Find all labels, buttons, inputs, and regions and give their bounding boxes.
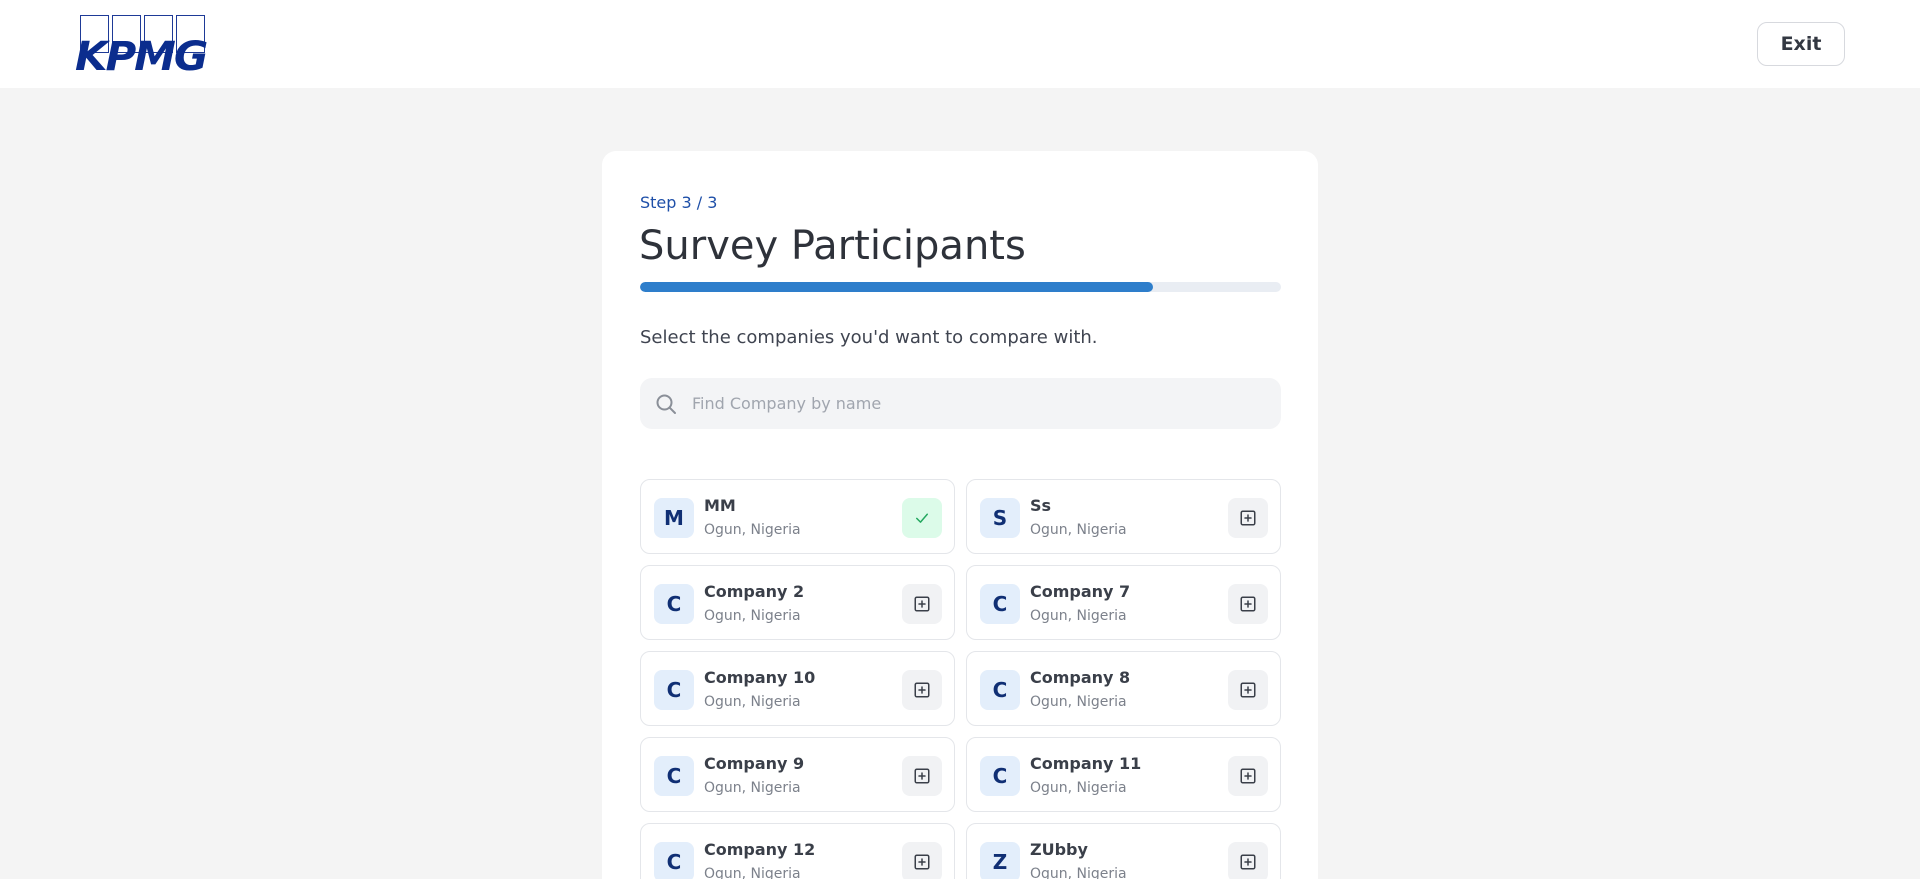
search-icon bbox=[656, 394, 676, 414]
select-company-button[interactable] bbox=[902, 842, 942, 879]
plus-square-icon bbox=[1240, 854, 1256, 870]
company-name: Company 9 bbox=[704, 754, 805, 773]
company-card[interactable]: M MM Ogun, Nigeria bbox=[640, 479, 955, 554]
company-card[interactable]: Z ZUbby Ogun, Nigeria bbox=[966, 823, 1281, 879]
search-input[interactable] bbox=[692, 394, 1252, 413]
company-card[interactable]: C Company 10 Ogun, Nigeria bbox=[640, 651, 955, 726]
company-location: Ogun, Nigeria bbox=[704, 608, 801, 624]
plus-square-icon bbox=[914, 854, 930, 870]
company-avatar: C bbox=[654, 670, 694, 710]
company-location: Ogun, Nigeria bbox=[704, 694, 801, 710]
company-location: Ogun, Nigeria bbox=[1030, 694, 1127, 710]
plus-square-icon bbox=[914, 768, 930, 784]
company-avatar: C bbox=[980, 670, 1020, 710]
plus-square-icon bbox=[1240, 768, 1256, 784]
company-avatar: M bbox=[654, 498, 694, 538]
company-name: Company 11 bbox=[1030, 754, 1142, 773]
plus-square-icon bbox=[1240, 596, 1256, 612]
check-icon bbox=[916, 513, 928, 523]
company-location: Ogun, Nigeria bbox=[704, 522, 801, 538]
company-card[interactable]: C Company 2 Ogun, Nigeria bbox=[640, 565, 955, 640]
kpmg-logo: KPMG bbox=[74, 15, 209, 77]
step-indicator: Step 3 / 3 bbox=[640, 193, 718, 212]
company-name: Ss bbox=[1030, 496, 1052, 515]
company-location: Ogun, Nigeria bbox=[1030, 866, 1127, 879]
instruction-text: Select the companies you'd want to compa… bbox=[640, 327, 1098, 348]
company-avatar: C bbox=[980, 584, 1020, 624]
company-location: Ogun, Nigeria bbox=[704, 780, 801, 796]
select-company-button[interactable] bbox=[1228, 842, 1268, 879]
plus-square-icon bbox=[1240, 682, 1256, 698]
exit-button[interactable]: Exit bbox=[1757, 22, 1845, 66]
company-name: Company 7 bbox=[1030, 582, 1131, 601]
select-company-button[interactable] bbox=[902, 756, 942, 796]
company-card[interactable]: C Company 7 Ogun, Nigeria bbox=[966, 565, 1281, 640]
company-avatar: C bbox=[654, 756, 694, 796]
select-company-button[interactable] bbox=[1228, 498, 1268, 538]
top-bar: KPMG Exit bbox=[0, 0, 1920, 88]
plus-square-icon bbox=[1240, 510, 1256, 526]
company-location: Ogun, Nigeria bbox=[704, 866, 801, 879]
company-name: Company 8 bbox=[1030, 668, 1131, 687]
progress-bar bbox=[640, 282, 1281, 292]
company-card[interactable]: C Company 9 Ogun, Nigeria bbox=[640, 737, 955, 812]
company-location: Ogun, Nigeria bbox=[1030, 608, 1127, 624]
company-name: Company 12 bbox=[704, 840, 816, 859]
company-location: Ogun, Nigeria bbox=[1030, 780, 1127, 796]
select-company-button[interactable] bbox=[1228, 756, 1268, 796]
company-name: ZUbby bbox=[1030, 840, 1088, 859]
company-card[interactable]: C Company 12 Ogun, Nigeria bbox=[640, 823, 955, 879]
company-grid: M MM Ogun, Nigeria S Ss Ogun, Nigeria C … bbox=[640, 479, 1281, 879]
select-company-button[interactable] bbox=[902, 584, 942, 624]
plus-square-icon bbox=[914, 682, 930, 698]
logo-text: KPMG bbox=[75, 34, 208, 80]
company-card[interactable]: C Company 8 Ogun, Nigeria bbox=[966, 651, 1281, 726]
survey-card: Step 3 / 3 Survey Participants Select th… bbox=[602, 151, 1318, 879]
select-company-button[interactable] bbox=[1228, 670, 1268, 710]
company-avatar: S bbox=[980, 498, 1020, 538]
select-company-button[interactable] bbox=[902, 670, 942, 710]
company-name: Company 2 bbox=[704, 582, 805, 601]
company-name: Company 10 bbox=[704, 668, 816, 687]
search-box[interactable] bbox=[640, 378, 1281, 429]
plus-square-icon bbox=[914, 596, 930, 612]
company-card[interactable]: S Ss Ogun, Nigeria bbox=[966, 479, 1281, 554]
select-company-button[interactable] bbox=[1228, 584, 1268, 624]
company-avatar: C bbox=[980, 756, 1020, 796]
company-card[interactable]: C Company 11 Ogun, Nigeria bbox=[966, 737, 1281, 812]
company-name: MM bbox=[704, 496, 736, 515]
selected-company-button[interactable] bbox=[902, 498, 942, 538]
company-location: Ogun, Nigeria bbox=[1030, 522, 1127, 538]
page-title: Survey Participants bbox=[639, 223, 1026, 269]
company-avatar: C bbox=[654, 584, 694, 624]
progress-fill bbox=[640, 282, 1153, 292]
company-avatar: C bbox=[654, 842, 694, 879]
company-avatar: Z bbox=[980, 842, 1020, 879]
